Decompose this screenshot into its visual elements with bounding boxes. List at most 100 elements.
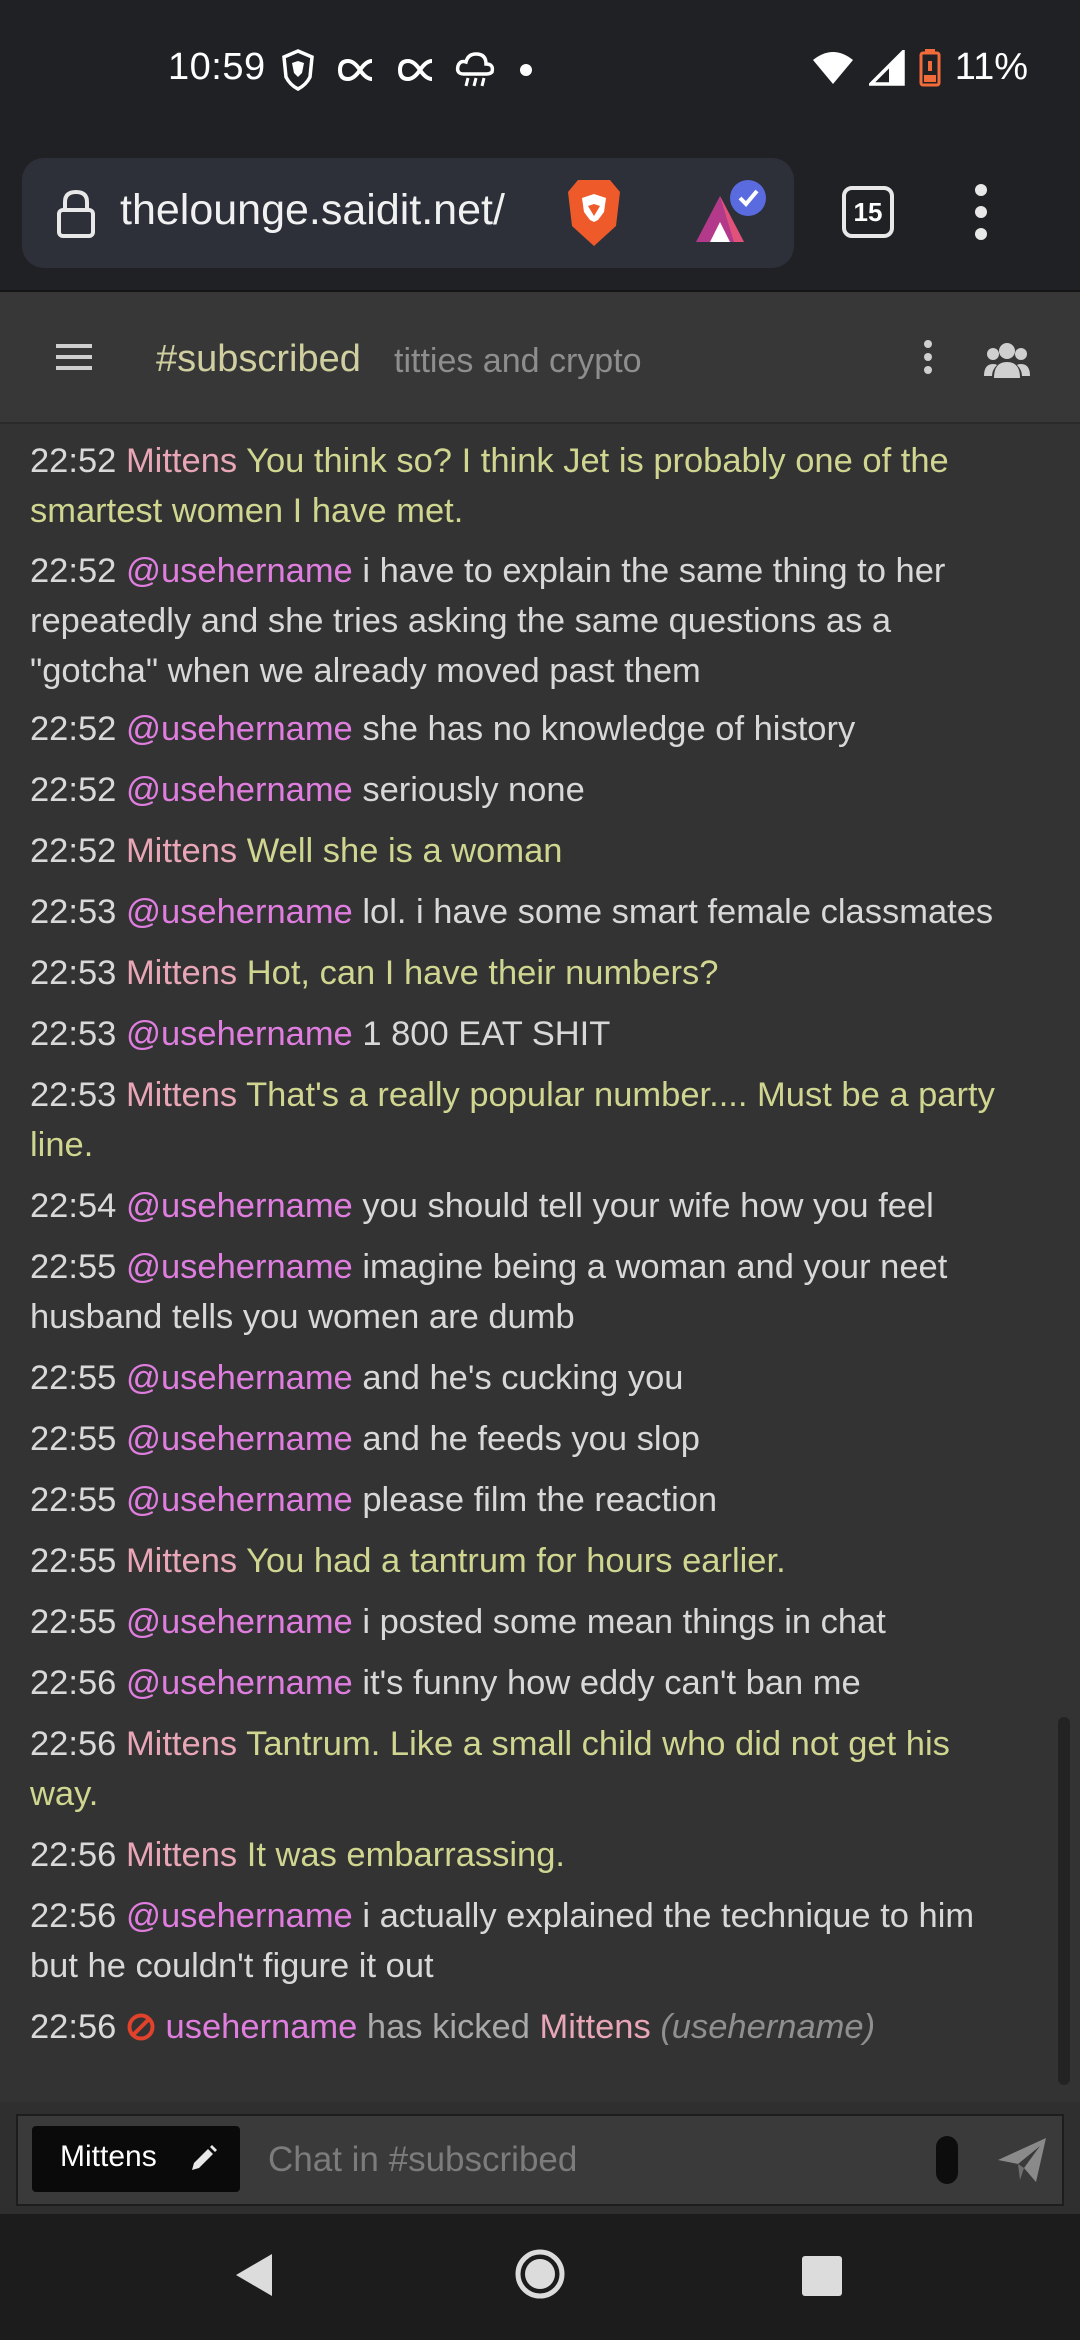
message: 22:56 Mittens It was embarrassing. [30, 1830, 1020, 1880]
message-nick[interactable]: Mittens [126, 954, 237, 992]
message: 22:53 @usehername 1 800 EAT SHIT [30, 1009, 1020, 1059]
message-time: 22:52 [30, 832, 117, 870]
message-text: i posted some mean things in chat [362, 1603, 886, 1641]
rain-cloud-icon [455, 52, 495, 87]
ban-icon [127, 2013, 155, 2041]
message-nick[interactable]: @usehername [126, 1015, 353, 1053]
pencil-icon [192, 2145, 217, 2170]
message: 22:56 Mittens Tantrum. Like a small chil… [30, 1719, 1020, 1819]
message: 22:52 @usehername i have to explain the … [30, 546, 1020, 696]
message-nick[interactable]: Mittens [126, 1076, 237, 1114]
upload-button[interactable] [936, 2136, 958, 2184]
channel-options-icon[interactable] [918, 338, 938, 378]
message: 22:52 Mittens You think so? I think Jet … [30, 436, 1020, 536]
notification-icons [280, 48, 538, 92]
message: 22:52 Mittens Well she is a woman [30, 826, 1020, 876]
message-text: it's funny how eddy can't ban me [362, 1664, 861, 1702]
channel-name: #subscribed [156, 338, 361, 380]
message-nick[interactable]: @usehername [126, 552, 353, 590]
message-nick[interactable]: @usehername [126, 893, 353, 931]
message-text: You had a tantrum for hours earlier. [246, 1542, 786, 1580]
message-nick[interactable]: Mittens [126, 1542, 237, 1580]
message-nick[interactable]: @usehername [126, 1187, 353, 1225]
kick-reason: (usehername) [660, 2008, 876, 2046]
kick-target[interactable]: Mittens [540, 2008, 651, 2046]
message-time: 22:55 [30, 1481, 117, 1519]
message: 22:53 Mittens Hot, can I have their numb… [30, 948, 1020, 998]
message-nick[interactable]: Mittens [126, 1836, 237, 1874]
channel-topic: titties and crypto [394, 342, 642, 380]
message-text: lol. i have some smart female classmates [362, 893, 994, 931]
dot-icon [520, 64, 532, 76]
message-text: you should tell your wife how you feel [362, 1187, 934, 1225]
scrollbar-thumb[interactable] [1058, 1717, 1070, 2085]
browser-menu-icon[interactable] [966, 180, 996, 244]
message-time: 22:55 [30, 1420, 117, 1458]
message-nick[interactable]: @usehername [126, 1603, 353, 1641]
message-time: 22:52 [30, 771, 117, 809]
brave-rewards-icon[interactable] [690, 176, 780, 250]
message-text: please film the reaction [362, 1481, 718, 1519]
input-container: Mittens [16, 2114, 1064, 2206]
message: 22:55 Mittens You had a tantrum for hour… [30, 1536, 1020, 1586]
brave-shields-icon[interactable] [562, 176, 626, 250]
back-icon[interactable] [232, 2250, 276, 2300]
message-text: Well she is a woman [246, 832, 563, 870]
message-time: 22:55 [30, 1542, 117, 1580]
send-icon[interactable] [996, 2134, 1048, 2186]
message-time: 22:53 [30, 1015, 117, 1053]
chat-input[interactable] [266, 2124, 920, 2196]
message-time: 22:56 [30, 1897, 117, 1935]
system-nav-bar [0, 2214, 1080, 2340]
channel-header: #subscribed titties and crypto [0, 292, 1080, 424]
user-list-icon[interactable] [984, 340, 1030, 380]
message-nick[interactable]: @usehername [126, 1359, 353, 1397]
kick-event: 22:56 usehername has kicked Mittens (use… [30, 2002, 1020, 2052]
message-nick[interactable]: Mittens [126, 442, 237, 480]
kick-actor[interactable]: usehername [166, 2008, 358, 2046]
browser-toolbar: thelounge.saidit.net/ 15 [0, 140, 1080, 290]
message: 22:55 @usehername and he's cucking you [30, 1353, 1020, 1403]
message-time: 22:52 [30, 552, 117, 590]
signal-icon [868, 49, 905, 86]
kick-action: has kicked [366, 2008, 530, 2046]
message: 22:53 @usehername lol. i have some smart… [30, 887, 1020, 937]
input-bar: Mittens [0, 2102, 1080, 2216]
lock-icon [57, 189, 95, 238]
message-nick[interactable]: @usehername [126, 1248, 353, 1286]
message-text: she has no knowledge of history [362, 710, 856, 748]
message: 22:55 @usehername please film the reacti… [30, 1475, 1020, 1525]
current-nick: Mittens [60, 2140, 157, 2173]
message-time: 22:53 [30, 954, 117, 992]
system-status: 11% [811, 46, 1028, 89]
message: 22:55 @usehername imagine being a woman … [30, 1242, 1020, 1342]
message-time: 22:56 [30, 1725, 117, 1763]
message-time: 22:55 [30, 1603, 117, 1641]
message-nick[interactable]: @usehername [126, 1481, 353, 1519]
message: 22:52 @usehername she has no knowledge o… [30, 704, 1020, 754]
message: 22:55 @usehername and he feeds you slop [30, 1414, 1020, 1464]
hamburger-menu-icon[interactable] [56, 342, 92, 372]
message-text: Hot, can I have their numbers? [246, 954, 719, 992]
address-bar[interactable]: thelounge.saidit.net/ [22, 158, 794, 268]
chat-window: #subscribed titties and crypto 22:52 Mit… [0, 290, 1080, 2216]
message: 22:53 Mittens That's a really popular nu… [30, 1070, 1020, 1170]
message-nick[interactable]: @usehername [126, 1420, 353, 1458]
url-text[interactable]: thelounge.saidit.net/ [120, 186, 550, 235]
message-nick[interactable]: @usehername [126, 710, 353, 748]
message-nick[interactable]: Mittens [126, 1725, 237, 1763]
message-nick[interactable]: @usehername [126, 771, 353, 809]
message-text: and he feeds you slop [362, 1420, 700, 1458]
message-nick[interactable]: @usehername [126, 1664, 353, 1702]
tab-switcher-button[interactable]: 15 [842, 186, 894, 238]
sync-icon [338, 58, 373, 82]
message-time: 22:52 [30, 442, 117, 480]
message-nick[interactable]: @usehername [126, 1897, 353, 1935]
recent-apps-icon[interactable] [800, 2254, 844, 2298]
clock: 10:59 [168, 46, 266, 88]
change-nick-button[interactable]: Mittens [32, 2126, 240, 2192]
home-icon[interactable] [514, 2248, 566, 2300]
status-bar: 10:59 11% [0, 0, 1080, 140]
message-nick[interactable]: Mittens [126, 832, 237, 870]
message: 22:55 @usehername i posted some mean thi… [30, 1597, 1020, 1647]
